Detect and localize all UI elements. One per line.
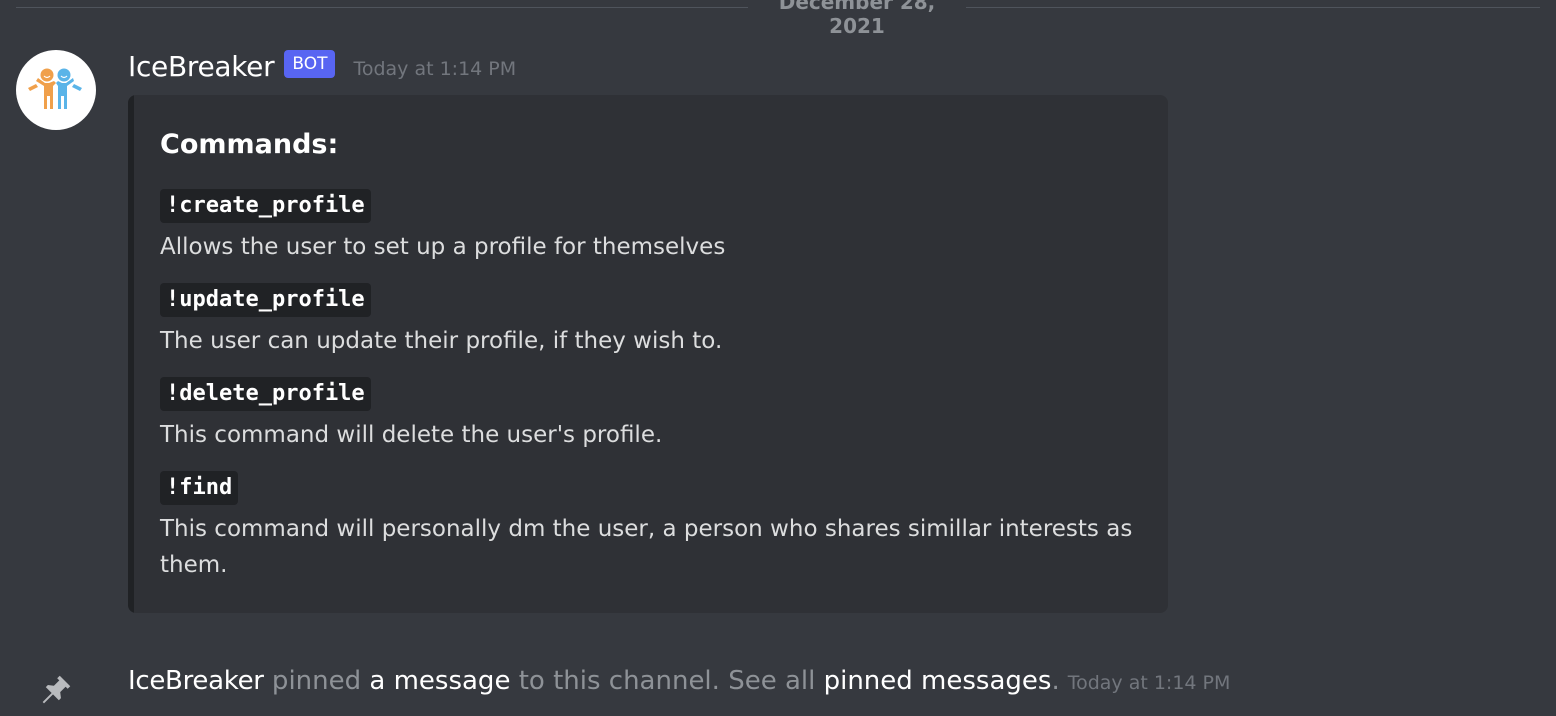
commands-embed: Commands: !create_profile Allows the use…: [128, 95, 1168, 613]
pinned-system-message: IceBreaker pinned a message to this chan…: [128, 666, 1230, 706]
pinned-message-link[interactable]: a message: [369, 666, 510, 696]
system-message-text: pinned: [263, 666, 370, 696]
pinned-messages-link[interactable]: pinned messages: [824, 666, 1052, 696]
message-header: IceBreaker BOT Today at 1:14 PM: [128, 46, 516, 86]
command-description: Allows the user to set up a profile for …: [160, 234, 726, 260]
date-divider: December 28, 2021: [0, 0, 1556, 38]
command-description: This command will personally dm the user…: [160, 516, 1133, 578]
message-timestamp[interactable]: Today at 1:14 PM: [353, 58, 516, 80]
embed-title: Commands:: [160, 129, 339, 160]
divider-line-left: [16, 7, 748, 8]
system-message-text: to this channel. See all: [510, 666, 824, 696]
command-description: The user can update their profile, if th…: [160, 328, 723, 354]
date-divider-label: December 28, 2021: [778, 0, 936, 38]
command-code: !find: [160, 471, 239, 505]
command-code: !delete_profile: [160, 377, 371, 411]
bot-tag: BOT: [284, 50, 336, 78]
pin-icon: [42, 675, 71, 704]
system-message-actor[interactable]: IceBreaker: [128, 666, 264, 696]
command-description: This command will delete the user's prof…: [160, 422, 663, 448]
command-code: !create_profile: [160, 189, 371, 223]
username[interactable]: IceBreaker: [128, 50, 275, 83]
system-message-timestamp[interactable]: Today at 1:14 PM: [1068, 672, 1231, 694]
people-high-five-icon: [28, 68, 82, 109]
embed-accent-bar: [128, 95, 134, 613]
divider-line-right: [966, 7, 1540, 8]
command-code: !update_profile: [160, 283, 371, 317]
system-message-period: .: [1051, 666, 1060, 696]
avatar[interactable]: [16, 50, 96, 130]
